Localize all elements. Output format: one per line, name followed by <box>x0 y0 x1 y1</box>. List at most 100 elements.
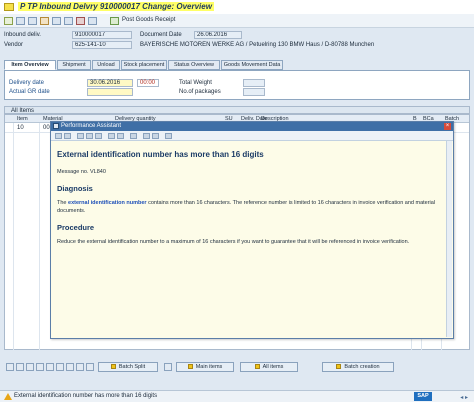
delete-icon[interactable] <box>76 17 85 25</box>
grid-divider <box>13 123 14 350</box>
main-items-button[interactable]: Main items <box>176 362 234 372</box>
main-items-icon <box>187 364 193 369</box>
total-weight-label: Total Weight <box>179 80 212 86</box>
all-items-button[interactable]: All items <box>240 362 298 372</box>
app-icon <box>4 3 14 11</box>
performance-assistant-dialog: Performance Assistant × External identif… <box>50 121 454 339</box>
filter-icon[interactable] <box>164 363 172 371</box>
tab-unload[interactable]: Unload <box>92 60 120 70</box>
tab-status-overview[interactable]: Status Overview <box>168 60 220 70</box>
inbound-delivery-label: Inbound deliv. <box>4 32 41 38</box>
deselect-all-icon[interactable] <box>26 363 34 371</box>
main-items-label: Main items <box>195 364 223 370</box>
item-button-bar: Batch Split Main items All items Batch c… <box>4 361 470 373</box>
document-date-field[interactable]: 26.06.2016 <box>194 31 242 39</box>
diagnosis-text: The external identification number conta… <box>57 199 437 215</box>
total-weight-field[interactable] <box>243 79 265 87</box>
tab-shipment[interactable]: Shipment <box>57 60 91 70</box>
texts-icon[interactable] <box>52 17 61 25</box>
all-items-header: All Items <box>4 106 470 114</box>
col-item[interactable]: Item <box>17 116 28 122</box>
message-heading: External identification number has more … <box>57 150 264 159</box>
partner-icon[interactable] <box>40 17 49 25</box>
diagnosis-heading: Diagnosis <box>57 184 93 193</box>
application-toolbar: Post Goods Receipt <box>0 14 474 28</box>
services-icon[interactable] <box>88 17 97 25</box>
header-icon[interactable] <box>16 17 25 25</box>
batch-split-label: Batch Split <box>118 364 146 370</box>
print-icon[interactable] <box>77 133 84 139</box>
insert-row-icon[interactable] <box>46 363 54 371</box>
warning-icon <box>4 393 12 400</box>
all-items-icon <box>254 364 260 369</box>
edit-icon[interactable] <box>143 133 150 139</box>
cut-row-icon[interactable] <box>66 363 74 371</box>
find-icon[interactable] <box>86 133 93 139</box>
status-message[interactable]: External identification number has more … <box>14 393 157 399</box>
delivery-date-label: Delivery date <box>9 80 45 86</box>
delivery-date-field[interactable]: 30.06.2016 <box>87 79 133 87</box>
post-goods-receipt-icon[interactable] <box>110 17 119 25</box>
select-all-icon[interactable] <box>16 363 24 371</box>
forward-icon[interactable] <box>64 133 71 139</box>
status-expand-icon[interactable]: ◂ ▸ <box>460 394 468 401</box>
no-of-packages-field[interactable] <box>243 88 265 96</box>
procedure-text: Reduce the external identification numbe… <box>57 239 410 245</box>
dialog-scrollbar[interactable] <box>446 141 452 337</box>
sap-logo: SAP <box>414 392 432 401</box>
batch-split-icon <box>110 364 116 369</box>
dialog-body: External identification number has more … <box>51 141 453 340</box>
batch-creation-label: Batch creation <box>344 364 380 370</box>
cell-material[interactable]: 00 <box>43 125 50 131</box>
vendor-name: BAYERISCHE MOTOREN WERKE AG / Petuelring… <box>140 42 375 48</box>
detail-icon[interactable] <box>6 363 14 371</box>
actual-gr-date-label: Actual GR date <box>9 89 50 95</box>
find-next-icon[interactable] <box>95 133 102 139</box>
vendor-label: Vendor <box>4 42 24 48</box>
help-icon <box>53 123 59 129</box>
procedure-heading: Procedure <box>57 223 95 232</box>
bookmark-icon[interactable] <box>152 133 159 139</box>
dialog-title: Performance Assistant <box>61 123 122 129</box>
sort-descending-icon[interactable] <box>86 363 94 371</box>
item-overview-panel: Delivery date 30.06.2016 00:00 Actual GR… <box>4 70 470 100</box>
dialog-title-bar[interactable]: Performance Assistant × <box>51 122 453 131</box>
batch-creation-button[interactable]: Batch creation <box>322 362 394 372</box>
cell-item: 10 <box>17 125 24 131</box>
close-icon[interactable]: × <box>444 123 451 130</box>
external-id-link[interactable]: external identification number <box>68 200 147 206</box>
document-date-label: Document Date <box>140 32 182 38</box>
vendor-field[interactable]: 625-141-10 <box>72 41 132 49</box>
title-bar: P TP Inbound Delvry 910000017 Change: Ov… <box>0 0 474 14</box>
actual-gr-date-field[interactable] <box>87 88 133 96</box>
help-info-icon[interactable] <box>165 133 172 139</box>
display-change-icon[interactable] <box>4 17 13 25</box>
tab-goods-movement-data[interactable]: Goods Movement Data <box>221 60 283 70</box>
no-of-packages-label: No.of packages <box>179 89 221 95</box>
status-bar: External identification number has more … <box>0 390 474 402</box>
inbound-delivery-field[interactable]: 910000017 <box>72 31 132 39</box>
settings-icon[interactable] <box>130 133 137 139</box>
diagnosis-line2: documents. <box>57 208 86 214</box>
batch-creation-icon <box>336 364 342 369</box>
dialog-toolbar <box>51 131 453 141</box>
technical-info-icon[interactable] <box>117 133 124 139</box>
items-icon[interactable] <box>28 17 37 25</box>
delete-row-icon[interactable] <box>36 363 44 371</box>
tab-stock-placement[interactable]: Stock placement <box>121 60 167 70</box>
back-icon[interactable] <box>55 133 62 139</box>
sort-ascending-icon[interactable] <box>76 363 84 371</box>
copy-row-icon[interactable] <box>56 363 64 371</box>
diagnosis-rest: contains more than 16 characters. The re… <box>148 200 436 206</box>
post-goods-receipt-button[interactable]: Post Goods Receipt <box>122 17 175 23</box>
all-items-label: All items <box>262 364 284 370</box>
delivery-time-field[interactable]: 00:00 <box>137 79 159 87</box>
copy-icon[interactable] <box>108 133 115 139</box>
output-icon[interactable] <box>64 17 73 25</box>
message-number: Message no. VL840 <box>57 169 106 175</box>
window-title: P TP Inbound Delvry 910000017 Change: Ov… <box>18 2 214 11</box>
tab-item-overview[interactable]: Item Overview <box>4 60 56 70</box>
batch-split-button[interactable]: Batch Split <box>98 362 158 372</box>
grid-divider <box>39 123 40 350</box>
diagnosis-prefix: The <box>57 200 67 206</box>
